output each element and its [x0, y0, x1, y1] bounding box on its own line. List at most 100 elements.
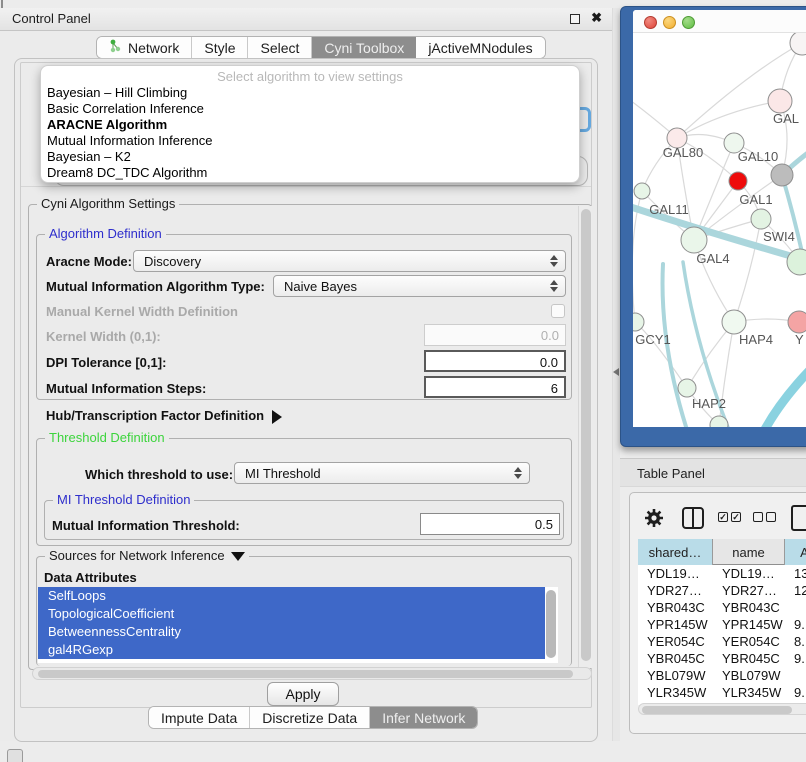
table-row[interactable]: YBR045CYBR045C9. [638, 650, 806, 667]
hub-definition-label: Hub/Transcription Factor Definition [46, 408, 264, 423]
table-row[interactable]: YBR043CYBR043C [638, 599, 806, 616]
tab-jactivemnodules[interactable]: jActiveMNodules [416, 37, 544, 58]
attribute-item[interactable]: BetweennessCentrality [38, 623, 545, 641]
node-gray[interactable] [771, 164, 793, 186]
float-icon[interactable] [570, 14, 580, 24]
table-row[interactable]: YDL19…YDL19…13 [638, 565, 806, 582]
section-divider [21, 186, 591, 187]
apply-button[interactable]: Apply [267, 682, 339, 706]
node-label: GAL [773, 111, 799, 126]
tab-cyni-toolbox[interactable]: Cyni Toolbox [312, 37, 416, 58]
which-threshold-combo[interactable]: MI Threshold [234, 462, 530, 484]
table-hscrollbar-track[interactable] [638, 703, 806, 715]
table-row[interactable]: YER054CYER054C8. [638, 633, 806, 650]
algorithm-option[interactable]: Dream8 DC_TDC Algorithm [41, 165, 579, 181]
node-gal-right[interactable] [768, 89, 792, 113]
node-hap4[interactable] [722, 310, 746, 334]
node-swi4[interactable] [751, 209, 771, 229]
screen: Control Panel ✖ Network Style Se [0, 0, 806, 762]
table-cell: YDL19… [713, 565, 785, 582]
minimize-traffic-icon[interactable] [663, 16, 676, 29]
node-gal11[interactable] [634, 183, 650, 199]
close-traffic-icon[interactable] [644, 16, 657, 29]
node-gal1[interactable] [729, 172, 747, 190]
network-edge [677, 101, 780, 138]
tab-select[interactable]: Select [248, 37, 312, 58]
table-column-header[interactable]: A [785, 539, 806, 565]
node-hap2[interactable] [678, 379, 696, 397]
table-cell: YER054C [638, 633, 713, 650]
algorithm-option[interactable]: Bayesian – Hill Climbing [41, 85, 579, 101]
tab-infer-network[interactable]: Infer Network [370, 707, 477, 728]
table-cell: 12 [785, 582, 806, 599]
attribute-item[interactable]: SelfLoops [38, 587, 545, 605]
tab-infer-network-label: Infer Network [382, 710, 465, 726]
hub-definition-toggle[interactable]: Hub/Transcription Factor Definition [46, 408, 282, 424]
tab-network[interactable]: Network [97, 37, 192, 58]
tab-discretize-data-label: Discretize Data [262, 710, 357, 726]
table-cell: YBR043C [713, 599, 785, 616]
table-column-header[interactable]: shared… [638, 539, 713, 565]
gear-icon[interactable] [644, 508, 664, 533]
file-icon[interactable] [791, 505, 806, 531]
node-gal4[interactable] [681, 227, 707, 253]
kernel-width-field[interactable]: 0.0 [424, 324, 566, 346]
table-row[interactable]: YDR27…YDR27…12 [638, 582, 806, 599]
node-label: SWI4 [763, 229, 795, 244]
settings-scrollbar-track[interactable] [578, 206, 592, 668]
network-view-window: GALGAL80GAL10GAL1GAL11SWI4GAL4GCY1HAP4YH… [633, 10, 806, 427]
network-window-titlebar [633, 10, 806, 33]
kernel-width-label: Kernel Width (0,1): [46, 329, 161, 344]
table-row[interactable]: YBL079WYBL079W [638, 667, 806, 684]
attribute-item[interactable]: gal4RGexp [38, 641, 545, 659]
spinner-arrows-icon [550, 255, 558, 267]
mi-threshold-field[interactable]: 0.5 [420, 513, 560, 535]
close-icon[interactable]: ✖ [591, 10, 602, 26]
tab-network-label: Network [128, 40, 179, 56]
aracne-mode-combo[interactable]: Discovery [133, 250, 566, 272]
sources-toggle[interactable]: Sources for Network Inference [45, 548, 249, 563]
table-column-header[interactable]: name [713, 539, 785, 565]
zoom-traffic-icon[interactable] [682, 16, 695, 29]
mi-steps-field[interactable]: 6 [424, 376, 566, 398]
settings-hscrollbar-track[interactable] [32, 667, 592, 680]
node-pink-right[interactable] [788, 311, 806, 333]
dpi-tolerance-field[interactable]: 0.0 [424, 350, 566, 372]
columns-icon[interactable] [682, 507, 704, 529]
manual-kernel-width-label: Manual Kernel Width Definition [46, 304, 238, 319]
data-attributes-label: Data Attributes [44, 570, 137, 585]
tab-jactivemnodules-label: jActiveMNodules [428, 40, 532, 56]
node-top-partial[interactable] [790, 33, 806, 55]
algorithm-option[interactable]: Bayesian – K2 [41, 149, 579, 165]
tab-impute-data[interactable]: Impute Data [149, 707, 250, 728]
node-label: GAL1 [739, 192, 772, 207]
node-gcy1[interactable] [633, 313, 644, 331]
corner-widget-icon[interactable] [7, 749, 23, 762]
settings-scrollbar-thumb[interactable] [581, 209, 591, 661]
algorithm-option[interactable]: ARACNE Algorithm [41, 117, 579, 133]
aracne-mode-value: Discovery [144, 254, 201, 269]
splitter-collapse-icon[interactable] [613, 368, 619, 376]
mi-algorithm-type-combo[interactable]: Naive Bayes [273, 275, 566, 297]
settings-hscrollbar-thumb[interactable] [38, 670, 573, 678]
tab-style[interactable]: Style [192, 37, 248, 58]
data-attributes-list: SelfLoopsTopologicalCoefficientBetweenne… [38, 587, 558, 663]
network-edge-highlighted [763, 355, 806, 427]
algorithm-option[interactable]: Basic Correlation Inference [41, 101, 579, 117]
aracne-mode-label: Aracne Mode: [46, 254, 132, 269]
tab-discretize-data[interactable]: Discretize Data [250, 707, 370, 728]
table-cell [785, 599, 806, 616]
manual-kernel-width-checkbox[interactable] [551, 304, 565, 318]
mi-algorithm-type-value: Naive Bayes [284, 279, 357, 294]
table-row[interactable]: YLR345WYLR345W9. [638, 684, 806, 701]
node-label: Y [795, 332, 804, 347]
table-row[interactable]: YPR145WYPR145W9. [638, 616, 806, 633]
algorithm-option[interactable]: Mutual Information Inference [41, 133, 579, 149]
spinner-arrows-icon [550, 280, 558, 292]
network-canvas[interactable]: GALGAL80GAL10GAL1GAL11SWI4GAL4GCY1HAP4YH… [633, 33, 806, 427]
mi-steps-label: Mutual Information Steps: [46, 381, 206, 396]
table-hscrollbar-thumb[interactable] [642, 706, 792, 714]
attributes-scrollbar-thumb[interactable] [546, 590, 556, 658]
algorithm-dropdown-popup: Select algorithm to view settings Bayesi… [40, 65, 580, 183]
attribute-item[interactable]: TopologicalCoefficient [38, 605, 545, 623]
